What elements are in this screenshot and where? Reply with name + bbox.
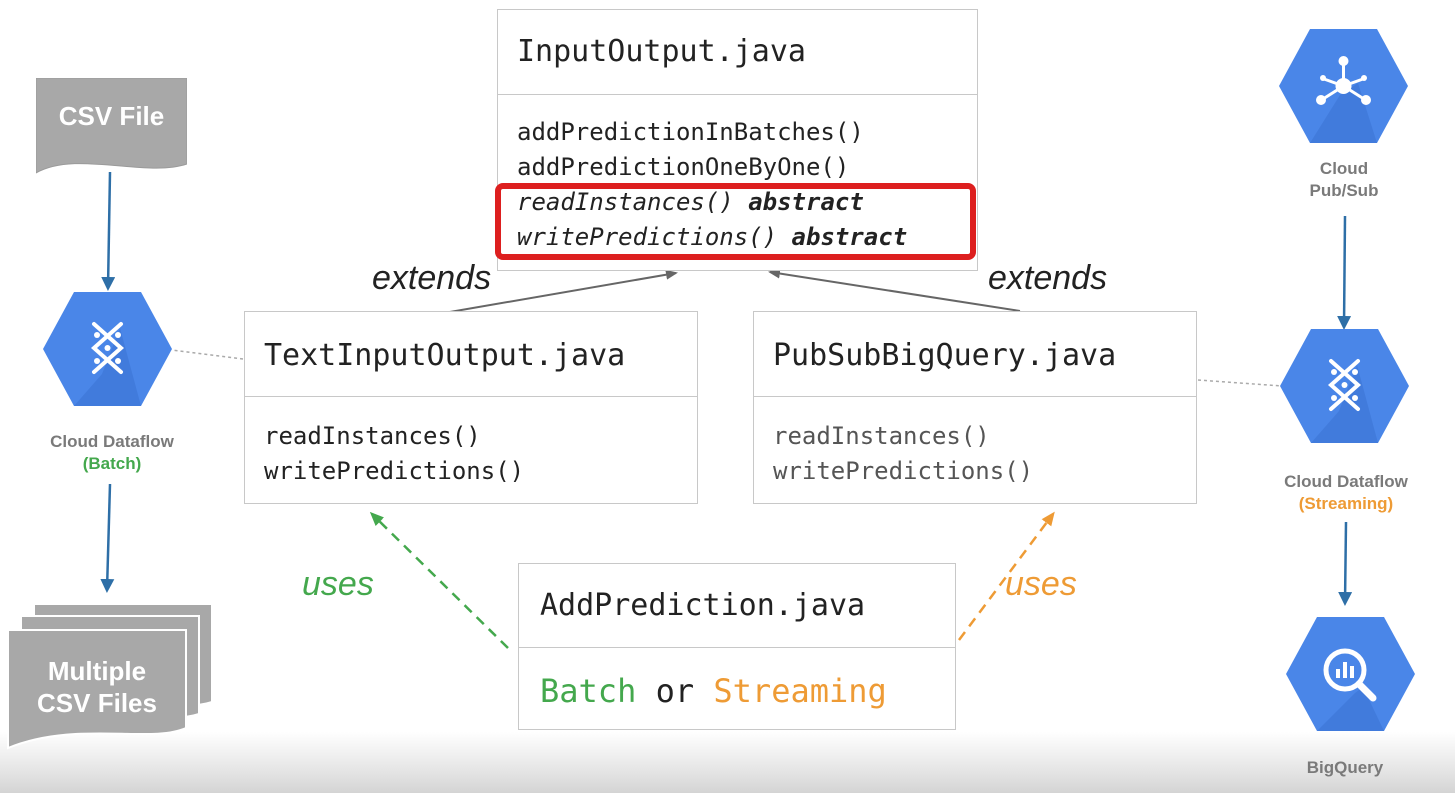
dataflow-batch-caption: Cloud Dataflow (Batch) [22, 431, 202, 475]
add-prediction-modes: Batch or Streaming [519, 648, 955, 710]
method-write-predictions: writePredictions() [773, 457, 1034, 485]
uses-right-label: uses [1005, 565, 1077, 603]
pubsub-label-line2: Pub/Sub [1309, 181, 1379, 200]
dataflow-batch-node [42, 290, 173, 408]
mode-batch: Batch [540, 672, 637, 710]
csv-file-node: CSV File [35, 77, 188, 178]
extends-left-label: extends [372, 259, 492, 297]
dataflow-icon [1280, 329, 1409, 443]
method-read-instances: readInstances() [773, 422, 990, 450]
extends-right-arrow [768, 268, 1021, 312]
text-input-output-class: TextInputOutput.java readInstances() wri… [244, 311, 698, 504]
multiple-label-line1: Multiple [47, 656, 147, 686]
batch-dotted-link [171, 349, 244, 360]
pubsub-bigquery-methods: readInstances() writePredictions() [754, 397, 1196, 489]
bigquery-icon [1286, 617, 1415, 731]
dataflow-batch-mode: (Batch) [82, 454, 142, 473]
dataflow-streaming-mode: (Streaming) [1298, 494, 1394, 513]
csv-to-dataflow-arrow [101, 171, 116, 291]
uses-left-arrow [369, 511, 509, 649]
pubsub-caption: Cloud Pub/Sub [1254, 158, 1434, 202]
abstract-methods-highlight [495, 183, 976, 260]
pubsub-label-line1: Cloud [1319, 159, 1369, 178]
input-output-title: InputOutput.java [498, 10, 977, 95]
mode-or: or [655, 672, 695, 710]
dataflow-to-bigquery-arrow [1338, 521, 1353, 606]
add-prediction-class: AddPrediction.java Batch or Streaming [518, 563, 956, 730]
method-add-prediction-one-by-one: addPredictionOneByOne() [517, 153, 850, 181]
streaming-dotted-link [1197, 379, 1283, 387]
dataflow-streaming-name: Cloud Dataflow [1284, 472, 1408, 491]
dataflow-streaming-node [1279, 327, 1410, 445]
csv-file-label: CSV File [58, 101, 165, 131]
multiple-csv-files-node: Multiple CSV Files [6, 602, 216, 754]
pubsub-bigquery-title: PubSubBigQuery.java [754, 312, 1196, 397]
pubsub-bigquery-class: PubSubBigQuery.java readInstances() writ… [753, 311, 1197, 504]
multiple-csv-files-label: Multiple CSV Files [8, 655, 186, 719]
method-write-predictions: writePredictions() [264, 457, 525, 485]
bigquery-caption: BigQuery [1306, 758, 1384, 777]
text-input-output-methods: readInstances() writePredictions() [245, 397, 697, 489]
pubsub-to-dataflow-arrow [1337, 215, 1352, 330]
pubsub-node [1278, 27, 1409, 145]
method-add-prediction-in-batches: addPredictionInBatches() [517, 118, 864, 146]
dataflow-icon [43, 292, 172, 406]
method-read-instances: readInstances() [264, 422, 481, 450]
mode-streaming: Streaming [713, 672, 887, 710]
uses-left-label: uses [302, 565, 374, 603]
add-prediction-title: AddPrediction.java [519, 564, 955, 648]
pubsub-icon [1279, 29, 1408, 143]
multiple-label-line2: CSV Files [37, 688, 157, 718]
dataflow-streaming-caption: Cloud Dataflow (Streaming) [1254, 471, 1438, 515]
dataflow-to-files-arrow [100, 483, 115, 593]
text-input-output-title: TextInputOutput.java [245, 312, 697, 397]
extends-right-label: extends [988, 259, 1108, 297]
dataflow-batch-name: Cloud Dataflow [50, 432, 174, 451]
bigquery-node [1285, 615, 1416, 733]
